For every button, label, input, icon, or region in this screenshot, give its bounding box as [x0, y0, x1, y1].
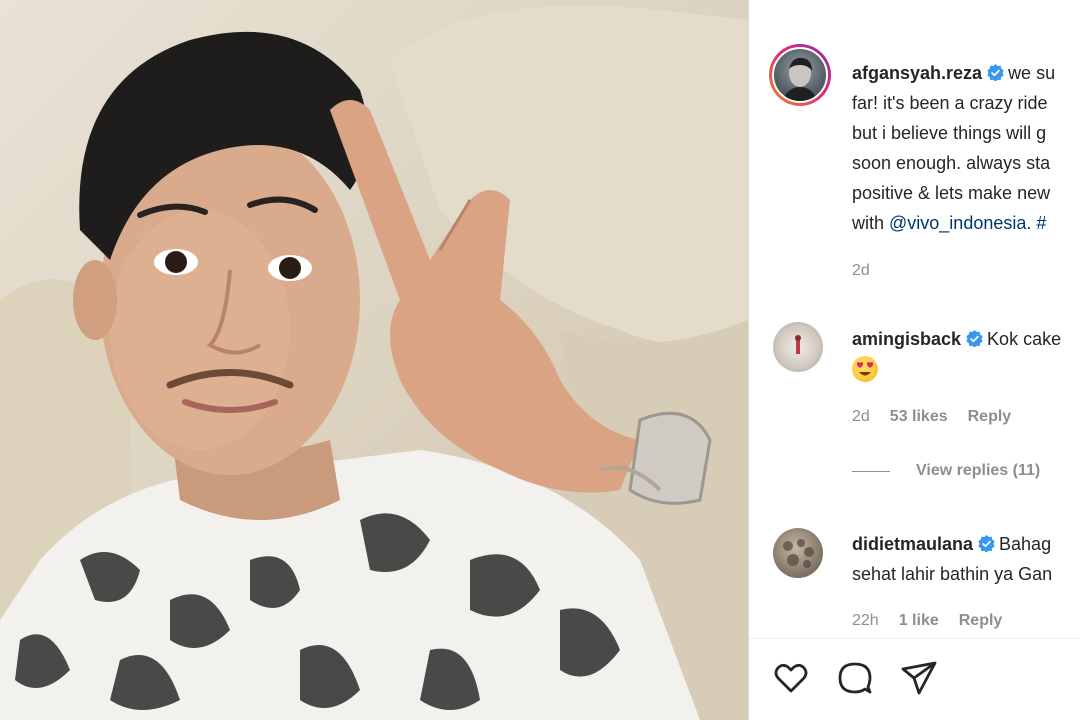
comment-item: didietmaulana Bahag sehat lahir bathin ya… — [852, 530, 1052, 590]
comment-text: Bahag — [999, 534, 1052, 554]
comment-timestamp[interactable]: 2d — [852, 408, 870, 425]
heart-icon[interactable] — [771, 658, 811, 698]
comment-icon[interactable] — [835, 658, 875, 698]
comment-text-line-2: sehat lahir bathin ya Gan — [852, 564, 1053, 584]
comment-username[interactable]: amingisback — [852, 329, 961, 349]
comments-panel: afgansyah.reza we su far! it's been a cra… — [749, 0, 1080, 720]
comment-meta: 22h 1 like Reply — [852, 612, 1002, 630]
reply-button[interactable]: Reply — [959, 612, 1003, 629]
commenter-avatar-image — [795, 335, 801, 354]
caption-line-4: soon enough. always sta — [852, 153, 1051, 173]
comment-username[interactable]: didietmaulana — [852, 534, 973, 554]
actions-divider — [749, 638, 1080, 639]
caption-line-3: but i believe things will g — [852, 123, 1047, 143]
caption-mention-link[interactable]: @vivo_indonesia — [889, 213, 1026, 233]
caption-line-6: with — [852, 213, 890, 233]
post-caption: afgansyah.reza we su far! it's been a cra… — [852, 58, 1055, 238]
author-avatar[interactable] — [769, 44, 831, 106]
comment-meta: 2d 53 likes Reply — [852, 408, 1011, 426]
selfie-image — [0, 5, 748, 720]
caption-hashtag[interactable]: . # — [1026, 213, 1046, 233]
comment-timestamp[interactable]: 22h — [852, 612, 879, 629]
reply-button[interactable]: Reply — [968, 408, 1012, 425]
caption-line-2: far! it's been a crazy ride — [852, 93, 1048, 113]
caption-line-5: positive & lets make new — [852, 183, 1051, 203]
post-photo[interactable] — [0, 0, 748, 720]
verified-badge-icon — [966, 330, 983, 347]
heart-eyes-emoji-icon — [852, 356, 878, 382]
share-icon[interactable] — [899, 658, 939, 698]
view-replies-label: View replies (11) — [916, 462, 1041, 479]
commenter-avatar[interactable] — [773, 528, 823, 578]
view-replies-button[interactable]: View replies (11) — [852, 462, 1040, 480]
verified-badge-icon — [978, 535, 995, 552]
post-timestamp[interactable]: 2d — [852, 262, 870, 280]
comment-text: Kok cake — [987, 329, 1062, 349]
post-actions — [771, 658, 939, 698]
commenter-avatar-image — [783, 539, 814, 568]
caption-line-1: we su — [1008, 63, 1056, 83]
author-username[interactable]: afgansyah.reza — [852, 63, 982, 83]
comment-likes[interactable]: 1 like — [899, 612, 939, 629]
author-avatar-image — [782, 57, 818, 101]
comment-likes[interactable]: 53 likes — [890, 408, 948, 425]
commenter-avatar[interactable] — [773, 322, 823, 372]
replies-line — [852, 470, 890, 472]
comment-item: amingisback Kok cake — [852, 324, 1061, 382]
verified-badge-icon — [987, 64, 1004, 81]
